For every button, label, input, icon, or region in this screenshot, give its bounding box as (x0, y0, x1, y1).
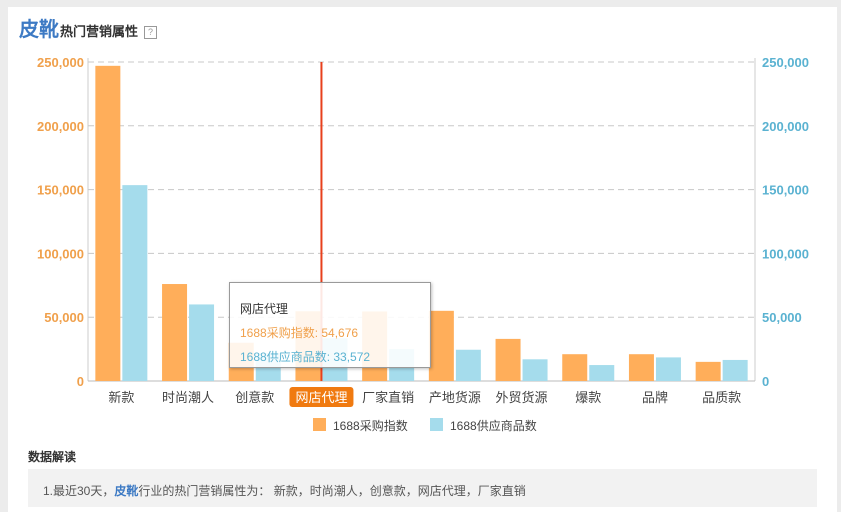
bar-supply-count (122, 185, 148, 381)
bar-chart: 0 50,000 100,000 150,000 200,000 250,000 0 50,0… (37, 55, 809, 433)
tooltip-purchase-index: 1688采购指数: 54,676 (240, 326, 359, 340)
x-axis-tick-label: 网店代理 (295, 390, 347, 405)
bar-purchase-index (495, 338, 521, 381)
note-category-link[interactable]: 皮靴 (114, 484, 138, 498)
bar-purchase-index (95, 65, 121, 381)
x-axis-tick-label: 产地货源 (429, 390, 481, 405)
right-axis-tick-label: 50,000 (762, 310, 802, 325)
x-axis-tick-label: 时尚潮人 (162, 390, 214, 405)
x-axis-tick-label: 品质款 (702, 390, 741, 405)
bar-supply-count (189, 304, 215, 381)
right-axis-tick-label: 150,000 (762, 183, 809, 198)
x-axis-tick-label: 创意款 (235, 390, 274, 405)
bar-supply-count (655, 357, 681, 381)
chart-tooltip: 网店代理 1688采购指数: 54,676 1688供应商品数: 33,572 (229, 282, 431, 368)
note-suffix: 行业的热门营销属性为： 新款，时尚潮人，创意款，网店代理，厂家直销 (138, 484, 526, 498)
bar-purchase-index (695, 361, 721, 381)
left-axis-tick-label: 250,000 (37, 55, 84, 70)
x-axis-tick-label: 外贸货源 (496, 390, 548, 405)
bar-supply-count (589, 365, 615, 381)
section-heading: 数据解读 (28, 450, 77, 464)
x-axis-tick-label: 品牌 (642, 390, 668, 405)
legend-swatch-purchase-index (313, 418, 326, 431)
left-axis-tick-label: 50,000 (44, 310, 84, 325)
data-interpretation-box: 1.最近30天，皮靴行业的热门营销属性为： 新款，时尚潮人，创意款，网店代理，厂… (28, 469, 817, 507)
legend-swatch-supply-count (430, 418, 443, 431)
left-axis-tick-label: 150,000 (37, 183, 84, 198)
interpretation-text: 1.最近30天，皮靴行业的热门营销属性为： 新款，时尚潮人，创意款，网店代理，厂… (43, 482, 526, 499)
bar-purchase-index (628, 354, 654, 381)
tooltip-title: 网店代理 (240, 302, 289, 316)
bar-purchase-index (162, 284, 188, 381)
note-prefix: 1.最近30天， (43, 484, 115, 498)
x-axis-tick-label: 新款 (108, 390, 134, 405)
bar-purchase-index (562, 354, 588, 381)
legend-label-supply-count: 1688供应商品数 (450, 418, 537, 433)
right-axis-tick-label: 100,000 (762, 246, 809, 261)
bar-supply-count (722, 359, 748, 381)
legend-label-purchase-index: 1688采购指数 (333, 418, 408, 433)
bar-supply-count (455, 349, 481, 381)
bar-purchase-index (428, 310, 454, 381)
left-axis-tick-label: 0 (77, 374, 84, 389)
tooltip-supply-count: 1688供应商品数: 33,572 (240, 350, 371, 364)
x-axis-tick-label: 厂家直销 (362, 390, 414, 405)
left-axis-tick-label: 200,000 (37, 119, 84, 134)
bar-supply-count (522, 359, 548, 381)
left-axis-tick-label: 100,000 (37, 246, 84, 261)
x-axis-tick-label: 爆款 (575, 390, 601, 405)
right-axis-tick-label: 0 (762, 374, 769, 389)
right-axis-tick-label: 250,000 (762, 55, 809, 70)
right-axis-tick-label: 200,000 (762, 119, 809, 134)
